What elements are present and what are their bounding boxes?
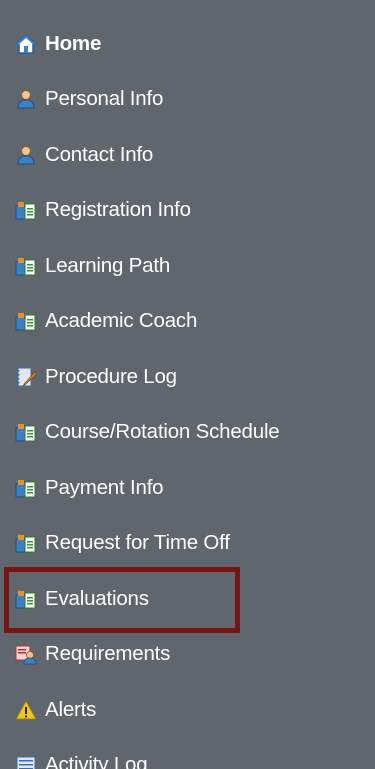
nav-item-label: Home [45,31,102,55]
folder-document-icon [15,532,37,554]
nav-item-course-rotation-schedule[interactable]: Course/Rotation Schedule [0,405,375,461]
nav-item-payment-info[interactable]: Payment Info [0,460,375,516]
folder-document-icon [15,310,37,332]
nav-item-request-for-time-off[interactable]: Request for Time Off [0,516,375,572]
user-card-icon [15,643,37,665]
log-icon [15,754,37,769]
folder-document-icon [15,421,37,443]
folder-document-icon [15,477,37,499]
folder-document-icon [15,588,37,610]
nav-item-label: Contact Info [45,142,154,166]
nav-item-label: Activity Log [45,753,148,769]
nav-item-label: Academic Coach [45,309,198,333]
sidebar-nav: Home Personal Info Contact Info Registra… [0,0,375,769]
nav-item-registration-info[interactable]: Registration Info [0,183,375,239]
nav-item-label: Payment Info [45,475,164,499]
nav-item-alerts[interactable]: Alerts [0,682,375,738]
person-icon [15,144,37,166]
home-icon [15,33,37,55]
nav-item-label: Personal Info [45,87,164,111]
nav-item-label: Request for Time Off [45,531,230,555]
nav-item-label: Registration Info [45,198,191,222]
nav-item-label: Evaluations [45,586,149,610]
nav-item-label: Requirements [45,642,171,666]
nav-item-label: Alerts [45,697,97,721]
nav-item-activity-log[interactable]: Activity Log [0,738,375,769]
nav-item-procedure-log[interactable]: Procedure Log [0,349,375,405]
folder-document-icon [15,255,37,277]
nav-item-home[interactable]: Home [0,16,375,72]
nav-item-requirements[interactable]: Requirements [0,627,375,683]
nav-item-evaluations[interactable]: Evaluations [0,571,375,627]
folder-document-icon [15,199,37,221]
nav-list: Home Personal Info Contact Info Registra… [0,16,375,769]
nav-item-personal-info[interactable]: Personal Info [0,72,375,128]
nav-item-label: Procedure Log [45,364,177,388]
nav-item-academic-coach[interactable]: Academic Coach [0,294,375,350]
nav-item-label: Learning Path [45,253,171,277]
warning-icon [15,699,37,721]
notepad-pencil-icon [15,366,37,388]
nav-item-contact-info[interactable]: Contact Info [0,127,375,183]
person-icon [15,88,37,110]
nav-item-learning-path[interactable]: Learning Path [0,238,375,294]
nav-item-label: Course/Rotation Schedule [45,420,280,444]
